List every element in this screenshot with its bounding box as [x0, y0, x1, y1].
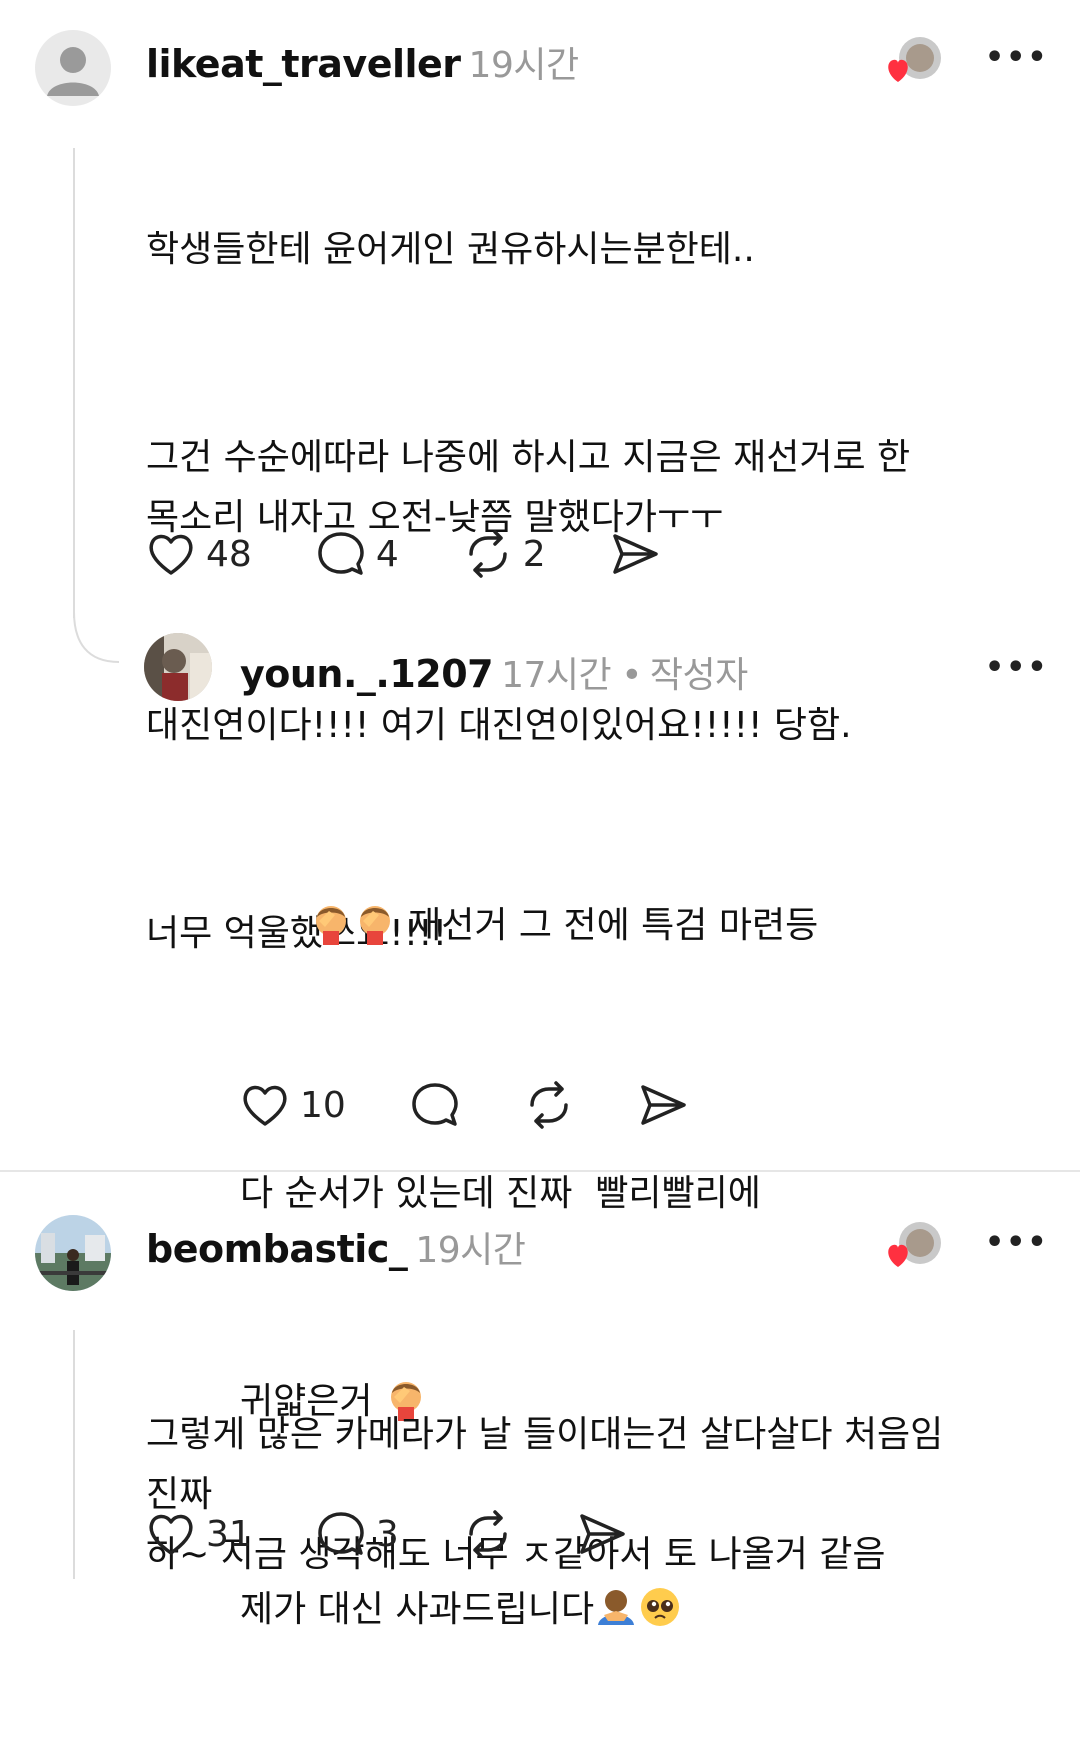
reply-count: 4: [375, 533, 399, 575]
heart-outline-icon: [243, 1085, 287, 1126]
like-count: 31: [206, 1513, 252, 1555]
username[interactable]: beombastic_: [146, 1227, 408, 1271]
timestamp: 19시간: [415, 1230, 526, 1271]
speech-bubble-icon: [318, 532, 364, 575]
heart-outline-icon: [149, 534, 193, 575]
send-icon: [612, 534, 658, 574]
send-icon: [579, 1514, 625, 1554]
reply-button[interactable]: 3: [316, 1510, 399, 1558]
action-bar: 31 3: [146, 1510, 691, 1558]
timestamp: 17시간: [501, 655, 612, 696]
more-dots-icon[interactable]: •••: [985, 650, 1049, 685]
avatar[interactable]: [35, 1215, 111, 1291]
liked-by-author-badge: [884, 1221, 941, 1267]
timestamp: 19시간: [468, 45, 580, 86]
paragraph: 그렇게 많은 카메라가 날 들이대는건 살다살다 처음임 진짜 하~ 지금 생각…: [146, 1414, 944, 1575]
share-button[interactable]: [577, 1511, 627, 1557]
like-count: 48: [206, 533, 252, 575]
username[interactable]: youn._.1207: [240, 652, 494, 696]
liked-by-author-badge: [884, 36, 941, 82]
thread-line: [73, 148, 75, 618]
share-button[interactable]: [610, 531, 660, 577]
comment-body: 그렇게 많은 카메라가 날 들이대는건 살다살다 처음임 진짜 하~ 지금 생각…: [146, 1285, 1046, 1705]
heart-outline-icon: [149, 1514, 193, 1555]
send-icon: [641, 1085, 686, 1125]
reply-count: 3: [375, 1513, 399, 1555]
avatar-default[interactable]: [35, 30, 111, 106]
facepalm-emoji-icon: [359, 906, 390, 945]
like-count: 10: [300, 1084, 346, 1126]
reply-button[interactable]: 4: [316, 530, 399, 578]
repost-count: 2: [522, 533, 546, 575]
action-bar: 48 4 2: [146, 530, 724, 578]
line: 다 순서가 있는데 진짜 빨리빨리에: [240, 1173, 761, 1214]
username[interactable]: likeat_traveller: [146, 42, 461, 86]
like-button[interactable]: 10: [240, 1082, 346, 1128]
action-bar: 10: [240, 1081, 752, 1129]
like-button[interactable]: 48: [146, 531, 252, 577]
avatar[interactable]: [144, 633, 212, 701]
facepalm-emoji-icon: [315, 906, 346, 945]
share-button[interactable]: [638, 1082, 688, 1128]
speech-bubble-icon: [318, 1512, 364, 1555]
repost-button[interactable]: [524, 1081, 574, 1129]
thread-line: [73, 1330, 75, 1579]
more-dots-icon[interactable]: •••: [985, 40, 1049, 75]
like-button[interactable]: 31: [146, 1511, 252, 1557]
line: 재선거 그 전에 특검 마련등: [396, 905, 819, 946]
more-dots-icon[interactable]: •••: [985, 1225, 1049, 1260]
divider: [0, 1170, 1080, 1172]
heart-badge-icon: [888, 1244, 908, 1267]
heart-badge-icon: [888, 59, 908, 82]
author-tag: 작성자: [649, 655, 748, 696]
reply-button[interactable]: [410, 1081, 460, 1129]
repost-button[interactable]: [463, 1510, 513, 1558]
paragraph: 학생들한테 윤어게인 권유하시는분한테..: [146, 229, 755, 270]
repost-arrows-icon: [468, 1510, 507, 1558]
speech-bubble-icon: [412, 1083, 458, 1126]
repost-arrows-icon: [468, 530, 507, 578]
thread-curve: [73, 612, 120, 663]
repost-button[interactable]: 2: [463, 530, 546, 578]
repost-arrows-icon: [530, 1081, 568, 1129]
